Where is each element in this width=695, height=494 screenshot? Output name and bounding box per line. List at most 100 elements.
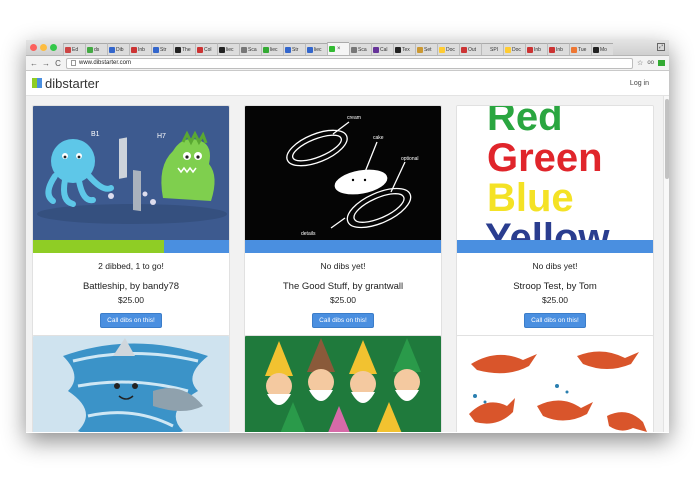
dibs-progress-bar bbox=[245, 240, 441, 253]
product-card: B1 H7 2 dibbed, 1 to go! Battleship, by … bbox=[32, 105, 230, 337]
browser-tab[interactable]: liec bbox=[261, 43, 283, 55]
browser-tab[interactable]: Inb bbox=[547, 43, 569, 55]
maximize-window-icon[interactable] bbox=[50, 43, 57, 51]
extension-glasses-icon[interactable]: oo bbox=[647, 60, 654, 66]
browser-tab[interactable]: Doc bbox=[437, 43, 459, 55]
browser-tab[interactable]: The bbox=[173, 43, 195, 55]
browser-tab[interactable]: ds bbox=[85, 43, 107, 55]
product-image-good-stuff[interactable]: cream cake optional details bbox=[245, 106, 441, 240]
browser-tab[interactable]: Cal bbox=[371, 43, 393, 55]
minimize-window-icon[interactable] bbox=[40, 43, 47, 51]
dibs-status: 2 dibbed, 1 to go! bbox=[98, 261, 164, 271]
product-title[interactable]: Battleship, by bandy78 bbox=[33, 281, 229, 292]
page-icon bbox=[71, 60, 76, 66]
tab-label: Set bbox=[424, 46, 432, 53]
tab-favicon-icon bbox=[527, 46, 533, 53]
dibs-status: No dibs yet! bbox=[532, 261, 578, 271]
tab-label: Str bbox=[160, 46, 167, 53]
tab-favicon-icon bbox=[109, 46, 115, 53]
tab-label: Out bbox=[468, 46, 477, 53]
browser-window: Ed ds Dib Inb Str The Col liec Sca liec Str liec × Sc… bbox=[26, 40, 669, 433]
tab-label: Cal bbox=[380, 46, 388, 53]
browser-tab[interactable]: Str bbox=[151, 43, 173, 55]
tab-favicon-icon bbox=[263, 46, 269, 53]
tab-label: Str bbox=[292, 46, 299, 53]
product-image-battleship[interactable]: B1 H7 bbox=[33, 106, 229, 240]
tab-favicon-icon bbox=[351, 46, 357, 53]
tab-favicon-icon bbox=[505, 46, 511, 53]
browser-tab[interactable]: Ed bbox=[63, 43, 85, 55]
diagram-label-cake: cake bbox=[373, 135, 384, 141]
tab-label: Inb bbox=[534, 46, 541, 53]
close-window-icon[interactable] bbox=[30, 43, 37, 51]
tab-label: Inb bbox=[556, 46, 563, 53]
call-dibs-button[interactable]: Call dibs on this! bbox=[312, 313, 374, 328]
dibs-progress-fill bbox=[33, 240, 165, 253]
tab-label: Col bbox=[204, 46, 212, 53]
product-title[interactable]: The Good Stuff, by grantwall bbox=[245, 281, 441, 292]
browser-tab[interactable]: Dib bbox=[107, 43, 129, 55]
product-image-gnomes[interactable] bbox=[245, 336, 441, 432]
tab-favicon-icon bbox=[571, 46, 577, 53]
tab-label: liec bbox=[314, 46, 322, 53]
tab-label: liec bbox=[270, 46, 278, 53]
browser-tab[interactable]: Doc bbox=[503, 43, 525, 55]
card-body: No dibs yet! Stroop Test, by Tom $25.00 … bbox=[457, 253, 653, 336]
fullscreen-icon[interactable]: ⤢ bbox=[657, 43, 665, 51]
scrollbar-thumb[interactable] bbox=[665, 99, 669, 179]
brand[interactable]: dibstarter bbox=[32, 76, 99, 91]
call-dibs-button[interactable]: Call dibs on this! bbox=[524, 313, 586, 328]
product-card bbox=[456, 335, 654, 432]
browser-tab[interactable]: Set bbox=[415, 43, 437, 55]
tab-label: Tex bbox=[402, 46, 410, 53]
tab-label: The bbox=[182, 46, 191, 53]
bookmark-star-icon[interactable]: ☆ bbox=[637, 59, 643, 67]
product-image-foxes[interactable] bbox=[457, 336, 653, 432]
tab-favicon-icon bbox=[461, 46, 467, 53]
page-content: dibstarter Log in B1 H7 2 dibbed, 1 to g… bbox=[26, 71, 669, 432]
tab-label: Ed bbox=[72, 46, 79, 53]
browser-tab[interactable]: Tue bbox=[569, 43, 591, 55]
tab-favicon-icon bbox=[197, 46, 203, 53]
back-icon[interactable]: ← bbox=[30, 59, 38, 68]
browser-tab[interactable]: Sca bbox=[349, 43, 371, 55]
forward-icon[interactable]: → bbox=[42, 59, 50, 68]
tab-favicon-icon bbox=[175, 46, 181, 53]
browser-tab[interactable]: Out bbox=[459, 43, 481, 55]
product-price: $25.00 bbox=[118, 295, 144, 305]
tab-favicon-icon bbox=[285, 46, 291, 53]
browser-tab[interactable]: liec bbox=[305, 43, 327, 55]
call-dibs-button[interactable]: Call dibs on this! bbox=[100, 313, 162, 328]
tab-label: Inb bbox=[138, 46, 145, 53]
browser-tab[interactable]: SPI bbox=[481, 43, 503, 55]
login-link[interactable]: Log in bbox=[630, 80, 649, 87]
product-title[interactable]: Stroop Test, by Tom bbox=[457, 281, 653, 292]
browser-tab[interactable]: Inb bbox=[129, 43, 151, 55]
product-price: $25.00 bbox=[542, 295, 568, 305]
address-bar[interactable]: www.dibstarter.com bbox=[66, 57, 634, 69]
browser-tab[interactable]: Str bbox=[283, 43, 305, 55]
tab-label: Sca bbox=[248, 46, 257, 53]
page-scrollbar[interactable] bbox=[663, 96, 669, 432]
browser-tab[interactable]: Mo bbox=[591, 43, 613, 55]
tab-favicon-icon bbox=[483, 46, 489, 53]
stroop-word-blue: Blue bbox=[487, 176, 574, 220]
browser-tab[interactable]: × bbox=[327, 42, 349, 55]
product-card: cream cake optional details No dibs yet!… bbox=[244, 105, 442, 337]
product-card bbox=[32, 335, 230, 432]
reload-icon[interactable]: C bbox=[54, 59, 62, 68]
dibs-progress-bar bbox=[457, 240, 653, 253]
menu-icon[interactable] bbox=[658, 60, 665, 66]
browser-tab[interactable]: Tex bbox=[393, 43, 415, 55]
browser-tab[interactable]: Inb bbox=[525, 43, 547, 55]
stroop-word-green: Green bbox=[487, 136, 603, 180]
product-image-shark-tornado[interactable] bbox=[33, 336, 229, 432]
browser-tab[interactable]: Sca bbox=[239, 43, 261, 55]
browser-tab[interactable]: liec bbox=[217, 43, 239, 55]
tab-favicon-icon bbox=[329, 46, 335, 52]
tab-close-icon[interactable]: × bbox=[337, 46, 341, 52]
browser-tab[interactable]: Col bbox=[195, 43, 217, 55]
tab-label: Tue bbox=[578, 46, 587, 53]
product-image-stroop-test[interactable]: Red Green Blue Yellow bbox=[457, 106, 653, 240]
card-body: 2 dibbed, 1 to go! Battleship, by bandy7… bbox=[33, 253, 229, 336]
